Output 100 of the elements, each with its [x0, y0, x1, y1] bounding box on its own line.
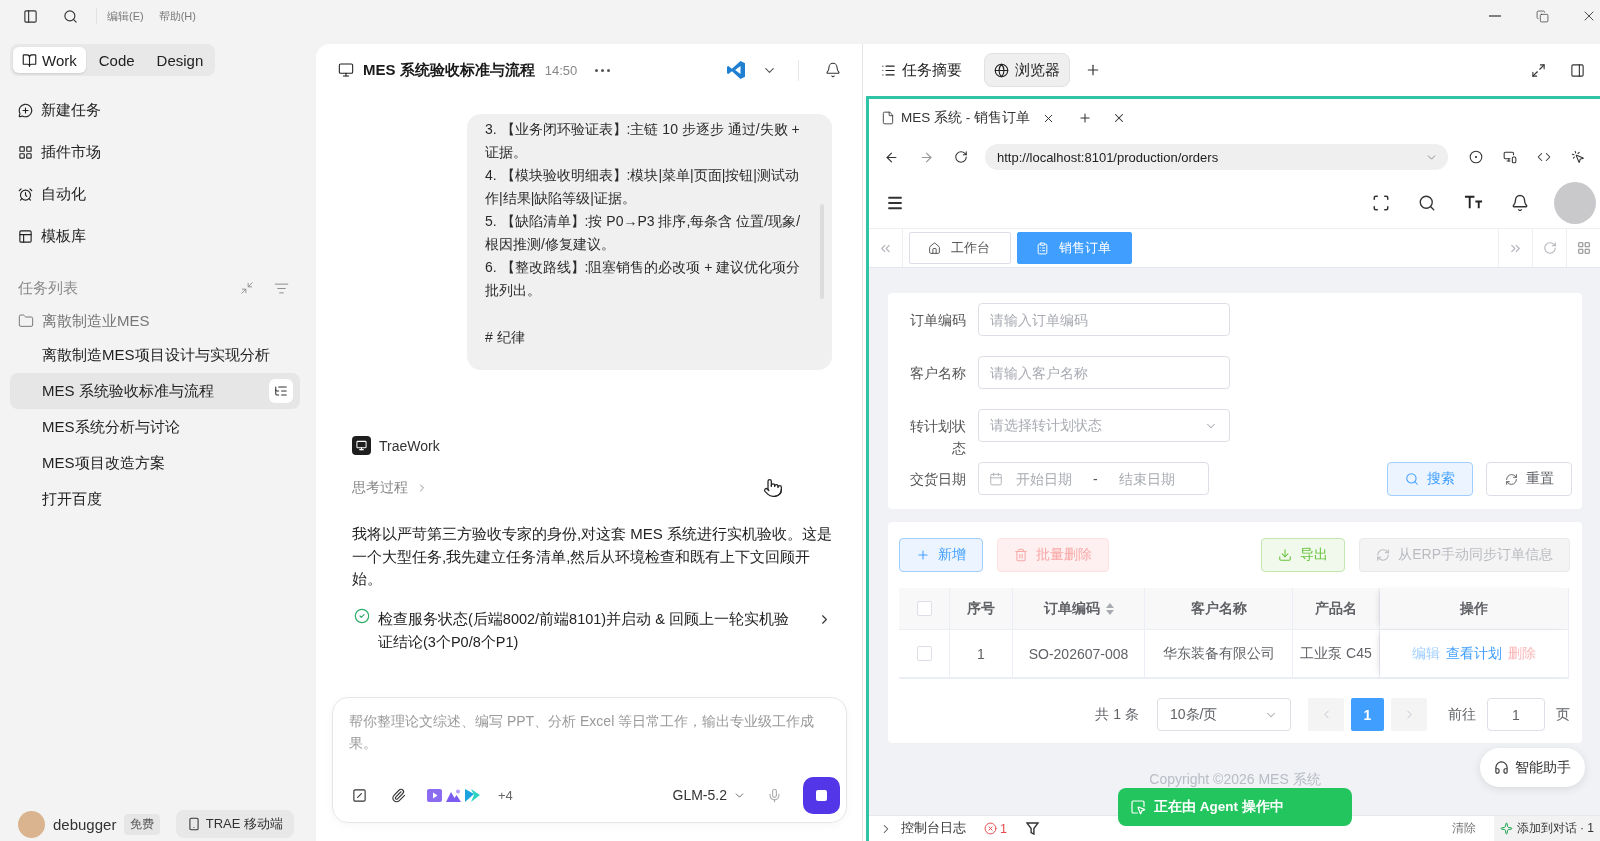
- table-cell: 1: [977, 645, 985, 662]
- bell-icon: [1511, 193, 1529, 212]
- nav-item[interactable]: 模板库: [10, 219, 300, 253]
- code-icon: [1537, 150, 1551, 164]
- filter-label: 转计划状态: [909, 416, 966, 458]
- layout-icon: [18, 228, 33, 244]
- plus-icon: [1078, 111, 1092, 125]
- panel-tab[interactable]: 任务摘要: [871, 53, 972, 87]
- arrow-right-icon: [919, 149, 934, 165]
- reload-icon: [954, 150, 968, 164]
- folder-icon: [18, 313, 34, 329]
- range-separator: -: [1092, 470, 1099, 487]
- console-title[interactable]: 控制台日志: [901, 820, 966, 837]
- task-item[interactable]: MES系统分析与讨论: [10, 409, 300, 445]
- thinking-toggle[interactable]: 思考过程: [352, 477, 428, 499]
- panel-tab[interactable]: 浏览器: [984, 53, 1070, 87]
- task-item[interactable]: 打开百度: [10, 481, 300, 517]
- chat-title: MES 系统验收标准与流程: [363, 60, 535, 80]
- composer-box[interactable]: 帮你整理论文综述、编写 PPT、分析 Excel 等日常工作，输出专业级工作成果。 +4 GLM-5.2: [332, 697, 847, 823]
- bot-logo-icon: [352, 436, 371, 455]
- globe-icon: [994, 62, 1009, 78]
- fullscreen-icon: [1372, 193, 1390, 212]
- filter-icon: [274, 280, 289, 296]
- close-icon: [1112, 111, 1126, 125]
- text-input-field[interactable]: 请输入订单编码: [978, 303, 1230, 336]
- refresh-icon: [1504, 472, 1518, 486]
- panel-right-icon: [1570, 62, 1585, 78]
- plus-icon: [1085, 62, 1101, 78]
- mode-tab[interactable]: Code: [89, 47, 144, 73]
- trash-icon: [1014, 548, 1028, 562]
- restore-icon: [1535, 9, 1549, 23]
- checkbox[interactable]: [916, 601, 932, 616]
- assistant-message: 我将以严苛第三方验收专家的身份,对这套 MES 系统进行实机验收。这是一个大型任务,我先建立任务清单,然后从环境检查和既有上下文回顾开始。: [352, 524, 832, 589]
- error-count: 1: [1000, 821, 1007, 836]
- nav-item[interactable]: 自动化: [10, 177, 300, 211]
- task-item[interactable]: MES项目改造方案: [10, 445, 300, 481]
- mobile-app-button[interactable]: TRAE 移动端: [175, 810, 294, 838]
- image-app-icon: [446, 788, 461, 802]
- search-icon: [1405, 472, 1419, 486]
- menu-item[interactable]: 编辑(E): [107, 8, 144, 24]
- task-outline-button[interactable]: [269, 379, 293, 403]
- column-header[interactable]: 订单编码: [1043, 599, 1100, 618]
- plus-icon: [916, 548, 930, 562]
- message-input[interactable]: 帮你整理论文综述、编写 PPT、分析 Excel 等日常工作，输出专业级工作成果。: [349, 710, 840, 776]
- goto-label: 前往: [1448, 705, 1476, 724]
- address-bar[interactable]: http://localhost:8101/production/orders: [985, 144, 1448, 170]
- pointer-click-icon: [1571, 150, 1585, 164]
- target-icon: [1469, 150, 1483, 164]
- browser-tab[interactable]: MES 系统 - 销售订单: [881, 109, 1055, 127]
- mode-tab[interactable]: Design: [147, 47, 213, 73]
- reload-icon: [1542, 241, 1557, 255]
- table-cell: SO-202607-008: [1028, 645, 1129, 662]
- mode-tab[interactable]: Work: [13, 47, 86, 73]
- column-header: 操作: [1460, 599, 1488, 618]
- paperclip-icon: [391, 787, 406, 803]
- date-range-field[interactable]: 开始日期 - 结束日期: [978, 462, 1209, 495]
- nav-item[interactable]: 新建任务: [10, 93, 300, 127]
- task-item[interactable]: 离散制造MES项目设计与实现分析: [10, 337, 300, 373]
- checkbox[interactable]: [916, 646, 932, 661]
- bot-name: TraeWork: [379, 437, 440, 454]
- section-title: 任务列表: [18, 278, 78, 298]
- home-icon: [928, 241, 941, 255]
- refresh-icon: [1376, 548, 1391, 562]
- menu-item[interactable]: 帮助(H): [158, 8, 196, 24]
- sort-icon: [1105, 602, 1114, 615]
- clear-button[interactable]: 清除: [1451, 820, 1476, 837]
- table-cell: 华东装备有限公司: [1162, 644, 1275, 663]
- text-input-field[interactable]: 请输入客户名称: [978, 356, 1230, 389]
- code-editor-icon: [727, 61, 745, 79]
- add-to-chat-button[interactable]: 添加到对话 · 1: [1493, 815, 1600, 841]
- devices-icon: [1503, 150, 1517, 164]
- hand-pointer-icon: [763, 478, 783, 498]
- slash-command-icon: [352, 787, 367, 803]
- search-icon: [1418, 193, 1436, 212]
- model-selector[interactable]: GLM-5.2: [672, 787, 746, 803]
- chat-plus-icon: [18, 102, 33, 118]
- list-tree-icon: [274, 384, 288, 398]
- nav-item[interactable]: 插件市场: [10, 135, 300, 169]
- list-icon: [881, 62, 896, 78]
- assistant-button[interactable]: 智能助手: [1480, 748, 1585, 787]
- filter-label: 交货日期: [909, 469, 966, 489]
- reset-button[interactable]: 重置: [1486, 462, 1572, 496]
- extra-apps-count[interactable]: +4: [498, 787, 513, 803]
- minimize-icon: [1489, 15, 1501, 17]
- download-icon: [1278, 548, 1293, 562]
- stop-button[interactable]: [803, 776, 840, 814]
- message-line: 3. 【业务闭环验证表】:主链 10 步逐步 通过/失败 + 证据。: [485, 120, 801, 162]
- grid-icon: [1576, 241, 1591, 255]
- sparkle-icon: [1499, 822, 1513, 835]
- agent-status-text: 正在由 Agent 操作中: [1154, 798, 1284, 816]
- total-count: 共 1 条: [1095, 705, 1139, 724]
- user-name: debugger: [53, 815, 117, 833]
- page-input-field[interactable]: 1: [1487, 698, 1545, 731]
- app-icon: [465, 788, 480, 802]
- task-item[interactable]: MES 系统验收标准与流程: [10, 373, 300, 409]
- message-line: 5. 【缺陷清单】:按 P0→P3 排序,每条含 位置/现象/根因推测/修复建议。: [485, 212, 802, 254]
- page-size-select[interactable]: 10条/页: [1157, 698, 1291, 731]
- folder-label[interactable]: 离散制造业MES: [42, 311, 150, 331]
- sidebar-icon: [23, 8, 38, 24]
- page-tab[interactable]: 工作台: [909, 232, 1011, 264]
